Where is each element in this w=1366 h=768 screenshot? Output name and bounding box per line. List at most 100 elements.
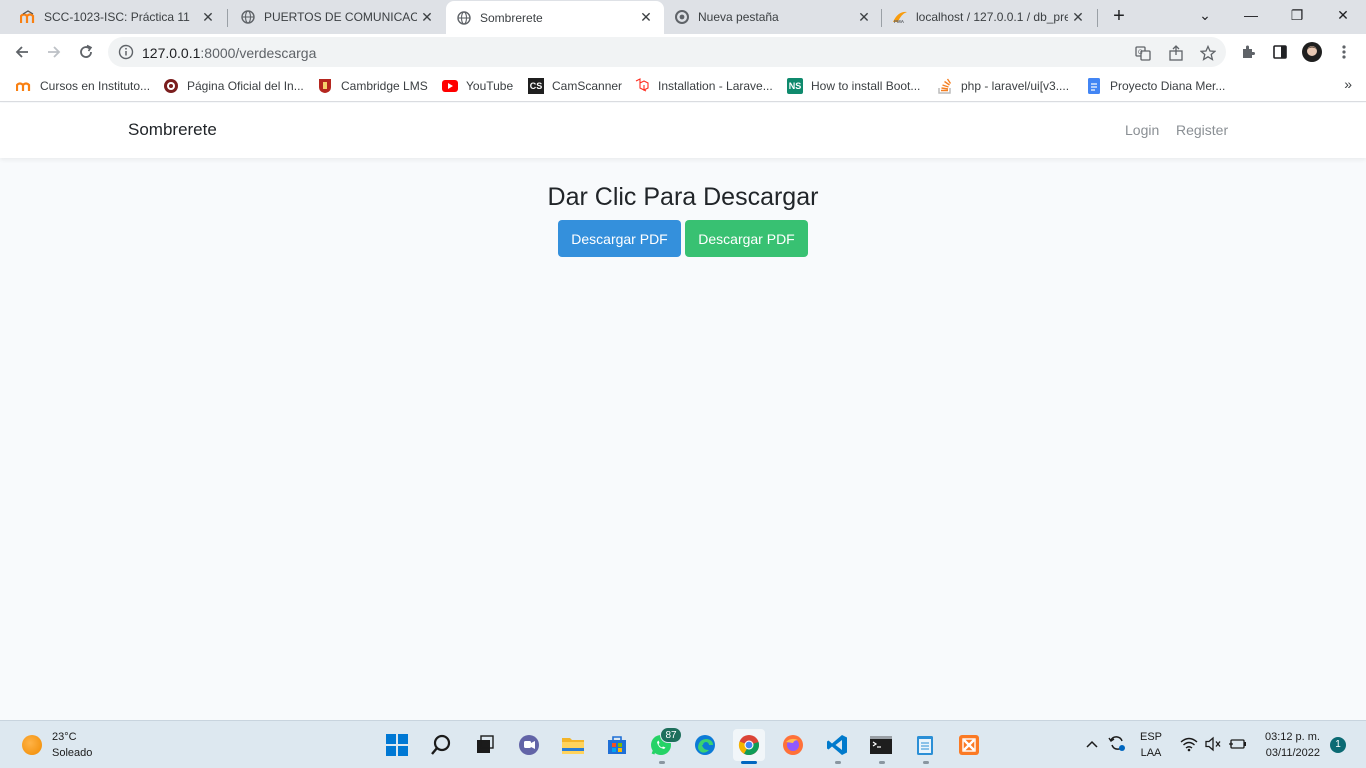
- bookmark-bootstrap[interactable]: NS How to install Boot...: [787, 76, 920, 96]
- bookmark-proyecto[interactable]: Proyecto Diana Mer...: [1086, 76, 1225, 96]
- profile-avatar[interactable]: [1302, 42, 1322, 62]
- clock-date[interactable]: 03/11/2022: [1258, 747, 1320, 759]
- moodle-icon: [16, 78, 32, 94]
- arrow-left-icon: [15, 46, 28, 58]
- url-path: :8000/verdescarga: [200, 45, 317, 61]
- tab-close-icon[interactable]: ✕: [1068, 9, 1088, 26]
- forward-button[interactable]: [42, 40, 66, 64]
- notification-badge[interactable]: 1: [1330, 737, 1346, 753]
- folder-icon: [562, 738, 584, 754]
- tab-puertos[interactable]: PUERTOS DE COMUNICACIÓN ✕: [220, 0, 445, 34]
- bookmark-label: Proyecto Diana Mer...: [1110, 79, 1226, 93]
- new-tab-button[interactable]: +: [1108, 5, 1130, 27]
- site-info-icon[interactable]: [118, 44, 134, 60]
- moodle-icon: [20, 9, 36, 25]
- translate-icon[interactable]: G: [1134, 44, 1152, 62]
- window-close-button[interactable]: ✕: [1320, 0, 1366, 30]
- vscode-icon: [827, 735, 847, 755]
- search-button[interactable]: [425, 729, 457, 761]
- tab-separator: [1097, 9, 1098, 27]
- chrome-icon: [674, 9, 690, 25]
- bookmark-youtube[interactable]: YouTube: [442, 76, 513, 96]
- notepad-button[interactable]: [909, 729, 941, 761]
- running-indicator: [835, 761, 841, 764]
- xampp-icon: [959, 735, 979, 755]
- teams-chat-button[interactable]: [513, 729, 545, 761]
- bookmark-label: Página Oficial del In...: [187, 79, 304, 93]
- bookmark-label: Installation - Larave...: [658, 79, 773, 93]
- maximize-button[interactable]: ❐: [1274, 0, 1320, 30]
- reload-icon: [80, 44, 93, 58]
- bookmark-label: CamScanner: [552, 79, 623, 93]
- bookmark-stackoverflow[interactable]: php - laravel/ui[v3....: [937, 76, 1069, 96]
- bookmark-label: php - laravel/ui[v3....: [961, 79, 1070, 93]
- tab-title: SCC-1023-ISC: Práctica 11: [44, 10, 190, 24]
- edge-button[interactable]: [689, 729, 721, 761]
- firefox-button[interactable]: [777, 729, 809, 761]
- tab-practica[interactable]: SCC-1023-ISC: Práctica 11 ✕: [0, 0, 226, 34]
- svg-text:G: G: [1138, 50, 1143, 56]
- start-button[interactable]: [381, 729, 413, 761]
- register-link[interactable]: Register: [1176, 122, 1228, 138]
- phpmyadmin-icon: PMA: [892, 9, 908, 25]
- tab-nueva-pestana[interactable]: Nueva pestaña ✕: [664, 0, 882, 34]
- tab-title: PUERTOS DE COMUNICACIÓN: [264, 10, 417, 24]
- reload-button[interactable]: [74, 40, 98, 64]
- volume-muted-icon[interactable]: [1204, 736, 1222, 755]
- bookmark-cursos[interactable]: Cursos en Instituto...: [16, 76, 150, 96]
- tab-close-icon[interactable]: ✕: [636, 9, 656, 26]
- clock-time[interactable]: 03:12 p. m.: [1258, 731, 1320, 743]
- terminal-button[interactable]: [865, 729, 897, 761]
- file-explorer-button[interactable]: [557, 729, 589, 761]
- tab-close-icon[interactable]: ✕: [854, 9, 874, 26]
- camscanner-icon: CS: [528, 78, 544, 94]
- weather-temperature[interactable]: 23°C: [52, 731, 77, 743]
- language-indicator[interactable]: ESP: [1140, 731, 1162, 743]
- back-button[interactable]: [10, 40, 34, 64]
- youtube-icon: [442, 78, 458, 94]
- download-pdf-button-primary[interactable]: Descargar PDF: [558, 220, 681, 257]
- hidden-icons-chevron-icon[interactable]: [1085, 737, 1099, 752]
- microsoft-store-button[interactable]: [601, 729, 633, 761]
- bookmarks-overflow-icon[interactable]: »: [1344, 76, 1352, 92]
- extensions-icon[interactable]: [1238, 42, 1258, 62]
- keyboard-layout-indicator[interactable]: LAA: [1140, 747, 1162, 759]
- side-panel-icon[interactable]: [1270, 42, 1290, 62]
- brand-link[interactable]: Sombrerete: [128, 120, 217, 140]
- share-icon[interactable]: [1167, 44, 1185, 62]
- bookmark-cambridge[interactable]: Cambridge LMS: [317, 76, 428, 96]
- bookmark-laravel[interactable]: Installation - Larave...: [634, 76, 773, 96]
- task-view-button[interactable]: [469, 729, 501, 761]
- url-host: 127.0.0.1: [142, 45, 201, 61]
- weather-description[interactable]: Soleado: [52, 747, 92, 759]
- tab-search-icon[interactable]: ⌄: [1182, 0, 1228, 30]
- address-bar[interactable]: 127.0.0.1:8000/verdescarga G: [108, 37, 1226, 67]
- docs-icon: [1086, 78, 1102, 94]
- bookmark-camscanner[interactable]: CS CamScanner: [528, 76, 622, 96]
- battery-icon[interactable]: [1228, 736, 1248, 755]
- tab-sombrerete[interactable]: Sombrerete ✕: [446, 1, 664, 34]
- bookmark-star-icon[interactable]: [1199, 44, 1217, 62]
- bookmark-pagina-oficial[interactable]: Página Oficial del In...: [163, 76, 304, 96]
- tab-close-icon[interactable]: ✕: [417, 9, 437, 26]
- vscode-button[interactable]: [821, 729, 853, 761]
- institute-icon: [163, 78, 179, 94]
- tab-phpmyadmin[interactable]: PMA localhost / 127.0.0.1 / db_pre ✕: [882, 0, 1096, 34]
- firefox-icon: [783, 735, 803, 755]
- sync-icon[interactable]: [1107, 733, 1127, 756]
- bookmark-label: How to install Boot...: [811, 79, 921, 93]
- browser-menu-icon[interactable]: [1334, 42, 1354, 62]
- wifi-icon[interactable]: [1180, 736, 1198, 755]
- xampp-button[interactable]: [953, 729, 985, 761]
- ns-icon: NS: [787, 78, 803, 94]
- tab-close-icon[interactable]: ✕: [198, 9, 218, 26]
- minimize-button[interactable]: —: [1228, 0, 1274, 30]
- bookmark-label: Cambridge LMS: [341, 79, 428, 93]
- browser-toolbar: 127.0.0.1:8000/verdescarga G: [0, 34, 1366, 70]
- sun-icon[interactable]: [22, 735, 42, 755]
- login-link[interactable]: Login: [1125, 122, 1159, 138]
- chrome-icon: [738, 735, 759, 756]
- url-text: 127.0.0.1:8000/verdescarga: [142, 45, 316, 61]
- download-pdf-button-success[interactable]: Descargar PDF: [685, 220, 808, 257]
- chrome-button[interactable]: [733, 729, 765, 761]
